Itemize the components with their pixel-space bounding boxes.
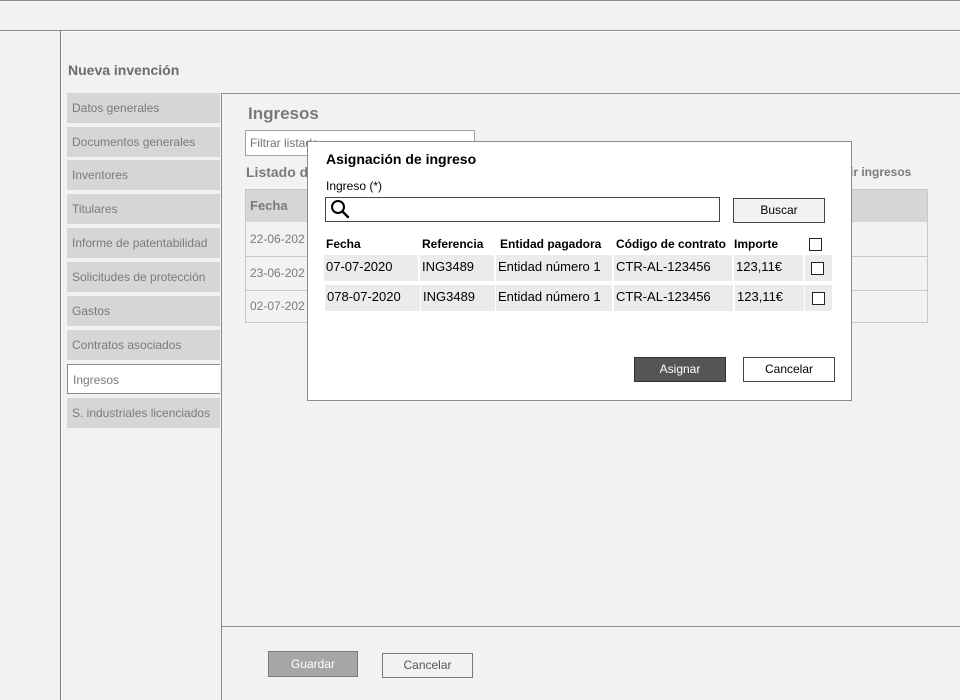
assign-button[interactable]: Asignar <box>634 357 726 382</box>
table-cell-importe: 123,11€ <box>735 285 804 311</box>
table-cell-entidad: Entidad número 1 <box>496 285 612 311</box>
search-button[interactable]: Buscar <box>733 198 825 223</box>
page-title: Nueva invención <box>68 62 180 78</box>
column-header-codigo-contrato: Código de contrato <box>616 237 726 251</box>
sidebar-item-informe-patentabilidad[interactable]: Informe de patentabilidad <box>67 228 220 258</box>
table-row[interactable]: 23-06-202 <box>250 266 305 280</box>
table-cell-importe: 123,11€ <box>734 255 803 281</box>
table-row[interactable]: 02-07-202 <box>250 299 305 313</box>
sidebar-item-contratos-asociados[interactable]: Contratos asociados <box>67 330 220 360</box>
column-header-importe: Importe <box>734 237 779 251</box>
sidebar-item-documentos-generales[interactable]: Documentos generales <box>67 127 220 157</box>
column-header-entidad-pagadora: Entidad pagadora <box>500 237 602 251</box>
ingreso-field-label: Ingreso (*) <box>326 179 383 193</box>
table-cell-referencia: ING3489 <box>420 255 494 281</box>
sidebar-item-s-industriales-licenciados[interactable]: S. industriales licenciados <box>67 398 220 428</box>
row-checkbox[interactable] <box>811 262 824 275</box>
content-title: Ingresos <box>248 104 319 123</box>
search-icon <box>331 200 350 219</box>
column-header-fecha: Fecha <box>326 237 361 251</box>
table-cell-referencia: ING3489 <box>421 285 495 311</box>
table-cell-codigo: CTR-AL-123456 <box>614 255 732 281</box>
modal-title: Asignación de ingreso <box>326 151 477 167</box>
cancel-button[interactable]: Cancelar <box>382 653 473 678</box>
top-bar <box>0 0 960 31</box>
table-cell-fecha: 078-07-2020 <box>325 285 420 311</box>
sidebar-item-titulares[interactable]: Titulares <box>67 194 220 224</box>
sidebar-item-inventores[interactable]: Inventores <box>67 160 220 190</box>
sidebar-item-solicitudes-proteccion[interactable]: Solicitudes de protección <box>67 262 220 292</box>
table-cell-codigo: CTR-AL-123456 <box>614 285 733 311</box>
sidebar-item-gastos[interactable]: Gastos <box>67 296 220 326</box>
table-cell-entidad: Entidad número 1 <box>496 255 612 281</box>
ingreso-search-input[interactable] <box>325 197 720 222</box>
table-row[interactable]: 22-06-202 <box>250 232 305 246</box>
sidebar-item-datos-generales[interactable]: Datos generales <box>67 93 220 123</box>
left-rail <box>0 31 61 700</box>
select-all-checkbox[interactable] <box>809 238 822 251</box>
column-header-fecha: Fecha <box>250 198 288 213</box>
sidebar-item-ingresos[interactable]: Ingresos <box>67 364 220 394</box>
column-header-referencia: Referencia <box>422 237 484 251</box>
save-button[interactable]: Guardar <box>268 651 358 677</box>
modal-cancel-button[interactable]: Cancelar <box>743 357 835 382</box>
row-checkbox[interactable] <box>812 292 825 305</box>
table-cell-fecha: 07-07-2020 <box>324 255 418 281</box>
list-heading: Listado d <box>246 164 309 180</box>
